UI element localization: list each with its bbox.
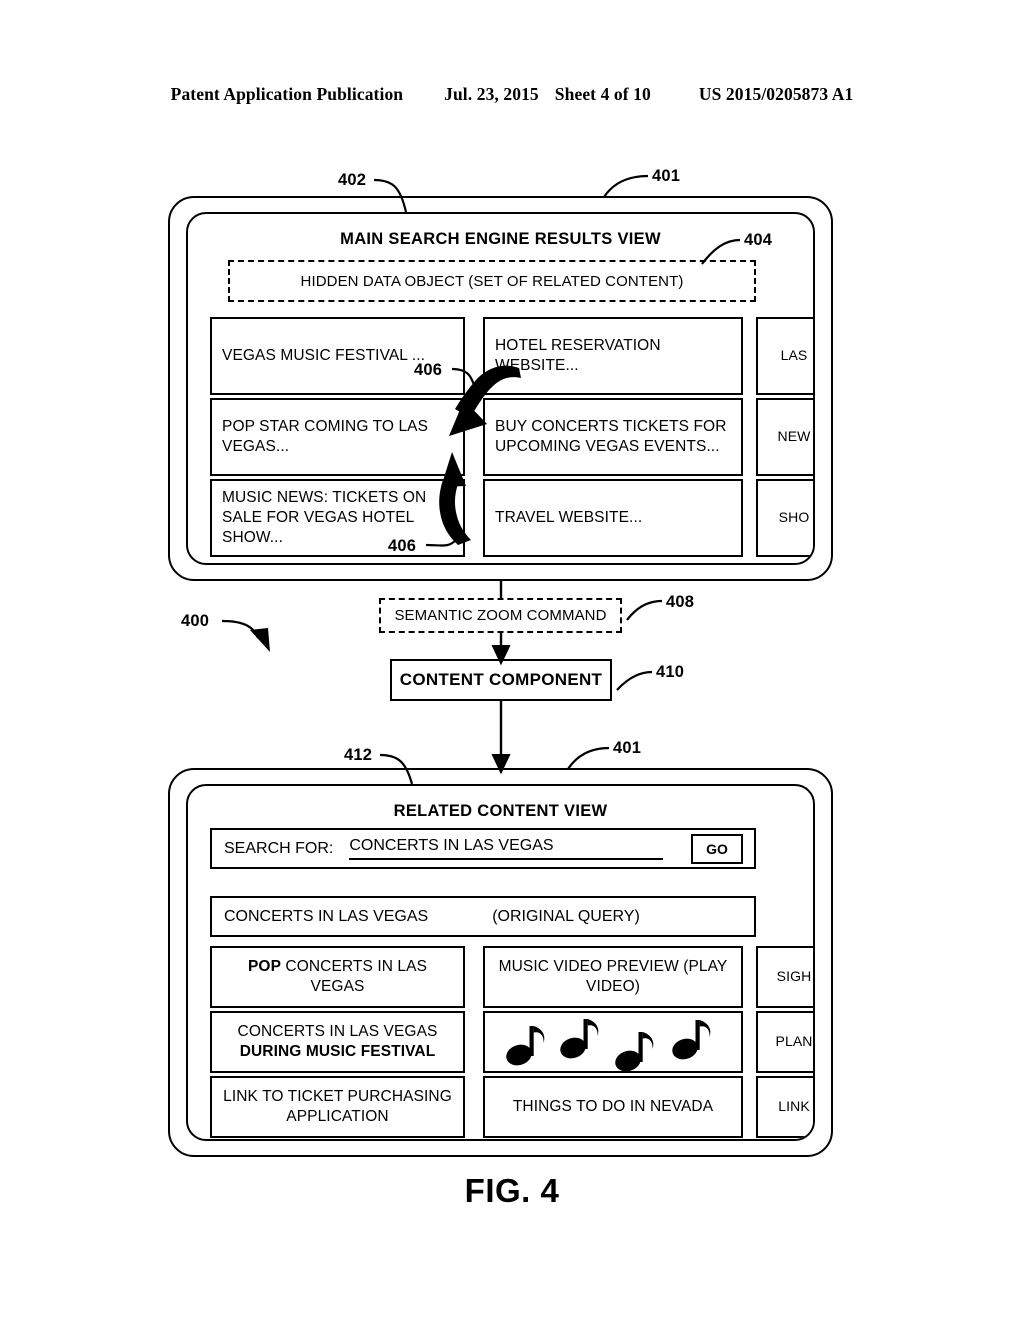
related-tile-c1-r3[interactable]: LINK TO TICKET PURCHASING APPLICATION — [210, 1076, 465, 1138]
related-tile-c1-r1[interactable]: POP CONCERTS IN LAS VEGAS — [210, 946, 465, 1008]
result-tile-c2-r2[interactable]: BUY CONCERTS TICKETS FOR UPCOMING VEGAS … — [483, 398, 743, 476]
main-view-title: MAIN SEARCH ENGINE RESULTS VIEW — [340, 230, 661, 248]
search-input[interactable]: CONCERTS IN LAS VEGAS — [349, 837, 663, 860]
figure-caption: FIG. 4 — [464, 1172, 560, 1209]
related-tile-c3-r2[interactable]: PLAN — [756, 1011, 813, 1073]
result-tile-c1-r2[interactable]: POP STAR COMING TO LAS VEGAS... — [210, 398, 465, 476]
related-tile-c2-r3[interactable]: THINGS TO DO IN NEVADA — [483, 1076, 743, 1138]
leader-401-top — [603, 174, 649, 198]
original-query-note: (ORIGINAL QUERY) — [492, 907, 640, 925]
publication-date: Jul. 23, 2015 — [444, 84, 539, 104]
publication-title: Patent Application Publication — [170, 84, 404, 104]
main-search-results-panel: MAIN SEARCH ENGINE RESULTS VIEW HIDDEN D… — [186, 212, 815, 565]
hidden-data-object-box: HIDDEN DATA OBJECT (SET OF RELATED CONTE… — [228, 260, 756, 302]
leader-408 — [626, 599, 663, 621]
result-tile-c3-r1[interactable]: LAS — [756, 317, 813, 395]
related-tile-c2-r2-music-notes[interactable] — [483, 1011, 743, 1073]
ref-406-upper: 406 — [414, 361, 443, 379]
related-tile-c3-r1[interactable]: SIGH — [756, 946, 813, 1008]
publication-header: Patent Application Publication Jul. 23, … — [0, 84, 1024, 105]
ref-410: 410 — [656, 663, 685, 681]
ref-406-lower: 406 — [388, 537, 417, 555]
related-tile-c1-r2[interactable]: CONCERTS IN LAS VEGAS DURING MUSIC FESTI… — [210, 1011, 465, 1073]
result-tile-c3-r3[interactable]: SHO — [756, 479, 813, 557]
related-content-panel: RELATED CONTENT VIEW SEARCH FOR: CONCERT… — [186, 784, 815, 1141]
related-tile-c3-r3[interactable]: LINK — [756, 1076, 813, 1138]
ref-401-top: 401 — [652, 167, 681, 185]
related-tile-c2-r1[interactable]: MUSIC VIDEO PREVIEW (PLAY VIDEO) — [483, 946, 743, 1008]
related-tile-c1-r1-text: POP CONCERTS IN LAS VEGAS — [247, 958, 428, 995]
original-query-text: CONCERTS IN LAS VEGAS — [224, 907, 429, 925]
ref-400: 400 — [181, 612, 210, 630]
related-tile-c1-r2-text: CONCERTS IN LAS VEGAS DURING MUSIC FESTI… — [237, 1023, 438, 1060]
original-query-row: CONCERTS IN LAS VEGAS (ORIGINAL QUERY) — [210, 896, 756, 937]
leader-401-bottom — [567, 746, 610, 770]
ref-412: 412 — [344, 746, 373, 764]
ref-402: 402 — [338, 171, 367, 189]
content-component-box: CONTENT COMPONENT — [390, 659, 612, 701]
result-tile-c3-r2[interactable]: NEW — [756, 398, 813, 476]
semantic-zoom-command-box: SEMANTIC ZOOM COMMAND — [379, 598, 622, 633]
leader-410 — [616, 670, 653, 691]
result-tile-c2-r3[interactable]: TRAVEL WEBSITE... — [483, 479, 743, 557]
related-view-title: RELATED CONTENT VIEW — [393, 802, 608, 820]
publication-number: US 2015/0205873 A1 — [698, 84, 854, 104]
result-tile-c1-r3[interactable]: MUSIC NEWS: TICKETS ON SALE FOR VEGAS HO… — [210, 479, 465, 557]
leader-400 — [221, 619, 270, 652]
search-bar[interactable]: SEARCH FOR: CONCERTS IN LAS VEGAS GO — [210, 828, 756, 869]
result-tile-c2-r1[interactable]: HOTEL RESERVATION WEBSITE... — [483, 317, 743, 395]
ref-404: 404 — [744, 231, 773, 249]
search-for-label: SEARCH FOR: — [224, 839, 334, 857]
ref-401-bottom: 401 — [613, 739, 642, 757]
result-tile-c1-r1[interactable]: VEGAS MUSIC FESTIVAL ... — [210, 317, 465, 395]
music-notes-icon — [506, 1019, 711, 1071]
ref-408: 408 — [666, 593, 695, 611]
sheet-number: Sheet 4 of 10 — [554, 84, 651, 104]
go-button[interactable]: GO — [691, 833, 743, 864]
